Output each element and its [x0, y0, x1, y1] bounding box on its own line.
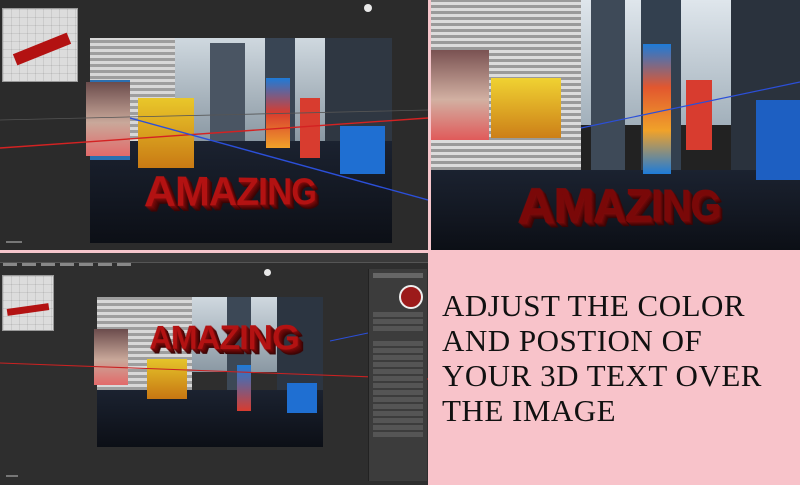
headline-line: AND POSTION OF [442, 323, 702, 358]
headline-line: YOUR 3D TEXT OVER [442, 358, 762, 393]
caption-panel: ADJUST THE COLOR AND POSTION OF YOUR 3D … [428, 250, 800, 485]
workspace-3d-top: AMAZING [0, 0, 428, 250]
perspective-guides [0, 0, 428, 250]
status-icon [6, 475, 18, 477]
status-icon [6, 241, 22, 243]
color-swatch-icon[interactable] [399, 285, 423, 309]
editor-3d-bottom: AMAZING [0, 253, 428, 485]
headline-line: THE IMAGE [442, 393, 616, 428]
rendered-result: AMAZING [431, 0, 800, 250]
properties-panel[interactable] [368, 269, 427, 481]
3d-text-amazing: AMAZING [517, 176, 720, 235]
headline: ADJUST THE COLOR AND POSTION OF YOUR 3D … [442, 288, 792, 428]
perspective-guides [0, 253, 428, 485]
headline-line: ADJUST THE COLOR [442, 288, 745, 323]
circle-icon [364, 4, 372, 12]
